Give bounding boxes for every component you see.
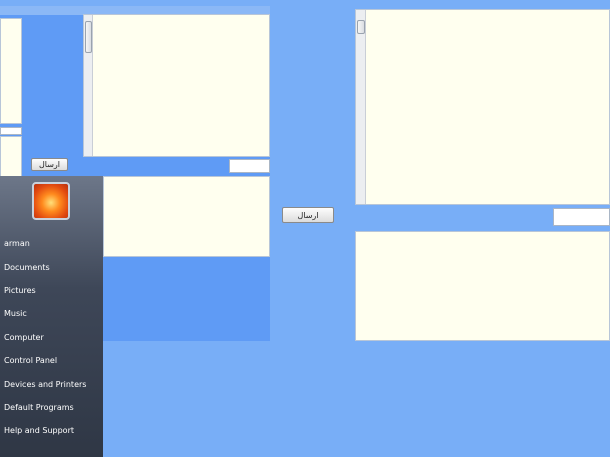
back-send-button[interactable]: ارسال (31, 158, 68, 171)
user-picture-flower-icon[interactable] (32, 182, 70, 220)
start-menu-item-help-support[interactable]: Help and Support (0, 419, 103, 442)
back-message-compose[interactable] (103, 176, 270, 257)
main-chat-log-scroll-thumb[interactable] (357, 20, 365, 34)
start-menu-item-devices-printers[interactable]: Devices and Printers (0, 372, 103, 395)
start-menu-item-pictures[interactable]: Pictures (0, 279, 103, 302)
back-left-input[interactable] (0, 127, 22, 135)
start-menu-item-documents[interactable]: Documents (0, 255, 103, 278)
main-send-button[interactable]: ارسال (282, 207, 334, 223)
main-chat-log[interactable] (355, 9, 610, 205)
back-chat-log-scrollbar[interactable] (84, 15, 93, 156)
start-menu-item-control-panel[interactable]: Control Panel (0, 349, 103, 372)
main-message-compose[interactable] (355, 231, 610, 341)
back-recipient-input[interactable] (229, 159, 270, 173)
start-menu-item-music[interactable]: Music (0, 302, 103, 325)
back-chat-log[interactable] (83, 14, 270, 157)
back-chat-log-scroll-thumb[interactable] (85, 21, 92, 53)
back-left-message-pane[interactable] (0, 18, 22, 124)
start-menu: arman Documents Pictures Music Computer … (0, 176, 103, 457)
main-recipient-input[interactable] (553, 208, 610, 226)
main-chat-log-scrollbar[interactable] (356, 10, 366, 204)
start-menu-item-computer[interactable]: Computer (0, 326, 103, 349)
start-menu-item-default-programs[interactable]: Default Programs (0, 396, 103, 419)
start-menu-links: arman Documents Pictures Music Computer … (0, 232, 103, 443)
start-menu-item-user[interactable]: arman (0, 232, 103, 255)
